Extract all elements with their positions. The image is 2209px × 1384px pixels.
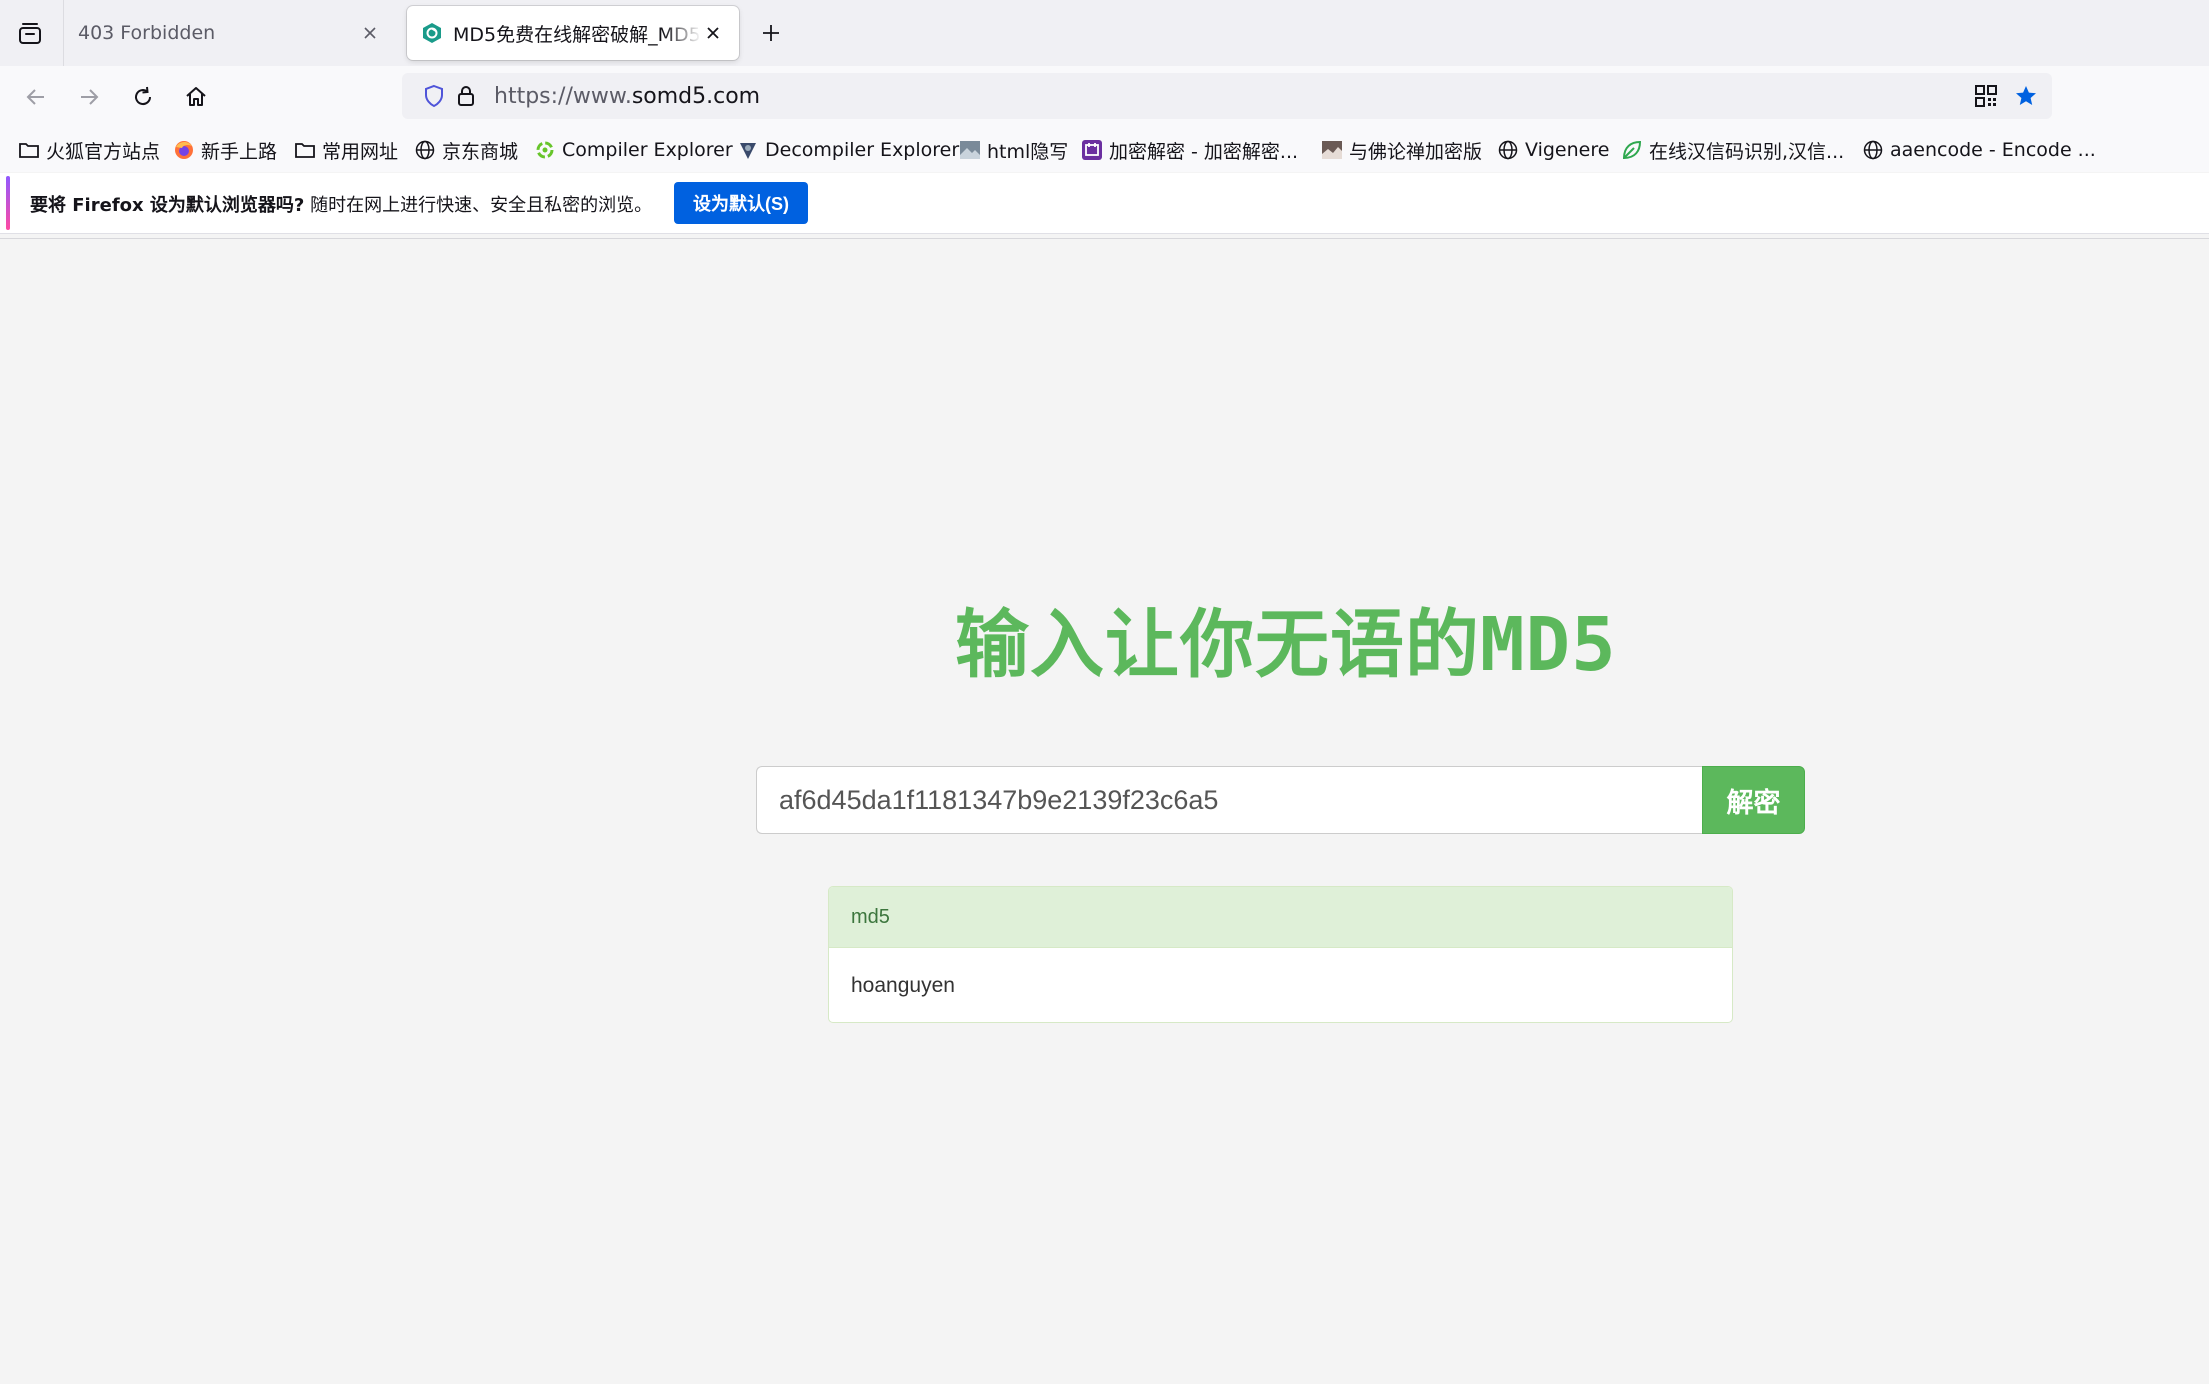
notification-message: 要将 Firefox 设为默认浏览器吗? 随时在网上进行快速、安全且私密的浏览。 (30, 191, 652, 217)
bookmark-label: Vigenere (1525, 139, 1610, 161)
bookmark-label: 在线汉信码识别,汉信... (1649, 140, 1845, 163)
compiler-explorer-icon (534, 139, 556, 161)
image-thumb-icon (1321, 139, 1343, 161)
bookmark-label: 常用网址 (322, 140, 399, 163)
tab-strip: 403 Forbidden MD5免费在线解密破解_MD5在线加密-SOMD5 (0, 0, 2209, 66)
result-panel: md5 hoanguyen (828, 886, 1733, 1023)
bookmark-item[interactable]: 常用网址 (294, 135, 398, 165)
decompiler-icon (737, 139, 759, 161)
content-divider (0, 238, 2209, 239)
purple-app-icon (1081, 139, 1103, 161)
bookmark-item[interactable]: Vigenere (1497, 135, 1609, 165)
tab-title: MD5免费在线解密破解_MD5在线加密-SOMD5 (453, 23, 701, 46)
folder-icon (18, 139, 40, 161)
somd5-favicon-icon (421, 22, 443, 44)
globe-icon (1862, 139, 1884, 161)
result-value: hoanguyen (851, 974, 955, 997)
bookmarks-toolbar: 火狐官方站点 新手上路 常用网址 京东商城 Compiler Explorer (0, 128, 2209, 172)
bookmark-item[interactable]: Decompiler Explorer (737, 135, 959, 165)
leaf-icon (1621, 139, 1643, 161)
bookmark-item[interactable]: 在线汉信码识别,汉信... (1621, 135, 1844, 165)
globe-icon (414, 139, 436, 161)
bookmark-label: 新手上路 (201, 140, 278, 163)
tab-403-forbidden[interactable]: 403 Forbidden (64, 6, 396, 60)
bookmark-item[interactable]: 火狐官方站点 (18, 135, 160, 165)
lock-icon[interactable] (454, 84, 478, 108)
bookmark-item[interactable]: html隐写 (959, 135, 1068, 165)
set-default-button[interactable]: 设为默认(S) (674, 182, 808, 224)
bookmark-item[interactable]: 加密解密 - 加密解密... (1081, 135, 1298, 165)
navigation-toolbar: https://www.somd5.com (0, 66, 2209, 128)
bookmark-label: Decompiler Explorer (765, 139, 960, 161)
url-text[interactable]: https://www.somd5.com (494, 84, 760, 109)
forward-button[interactable] (71, 79, 107, 115)
qr-code-icon[interactable] (1974, 84, 1998, 108)
firefox-icon (173, 139, 195, 161)
bookmark-item[interactable]: 新手上路 (173, 135, 277, 165)
bookmark-item[interactable]: 与佛论禅加密版 (1321, 135, 1482, 165)
tab-close-button[interactable] (701, 21, 725, 45)
page-headline: 输入让你无语的MD5 (955, 602, 1617, 688)
md5-search-form: 解密 (756, 766, 1806, 834)
new-tab-button[interactable] (755, 17, 787, 49)
globe-icon (1497, 139, 1519, 161)
back-button[interactable] (18, 79, 54, 115)
tab-close-button[interactable] (358, 21, 382, 45)
bookmark-label: 京东商城 (442, 140, 519, 163)
md5-input[interactable] (756, 766, 1703, 834)
notification-question: 要将 Firefox 设为默认浏览器吗? (30, 195, 305, 216)
bookmark-star-icon[interactable] (2014, 84, 2038, 108)
bookmark-item[interactable]: 京东商城 (414, 135, 518, 165)
tab-overview-button[interactable] (12, 16, 48, 52)
reload-button[interactable] (125, 79, 161, 115)
bookmark-label: 与佛论禅加密版 (1349, 140, 1483, 163)
arrow-right-icon (81, 89, 99, 105)
notification-text: 随时在网上进行快速、安全且私密的浏览。 (310, 195, 653, 216)
bookmark-label: Compiler Explorer (562, 139, 733, 161)
plus-icon (763, 25, 779, 41)
tab-title: 403 Forbidden (78, 22, 216, 44)
tab-somd5[interactable]: MD5免费在线解密破解_MD5在线加密-SOMD5 (407, 6, 739, 60)
bookmark-label: html隐写 (987, 140, 1069, 163)
home-icon (186, 87, 206, 106)
bookmark-label: 加密解密 - 加密解密... (1109, 140, 1299, 163)
image-thumb-icon (959, 139, 981, 161)
address-bar[interactable]: https://www.somd5.com (402, 73, 2052, 119)
arrow-left-icon (26, 89, 44, 105)
decrypt-button[interactable]: 解密 (1702, 766, 1805, 834)
home-button[interactable] (178, 79, 214, 115)
notification-accent (6, 176, 10, 230)
bookmark-item[interactable]: Compiler Explorer (534, 135, 733, 165)
url-prefix: https://www. (494, 84, 632, 109)
url-host: somd5.com (631, 84, 761, 109)
folder-icon (294, 139, 316, 161)
result-type: md5 (829, 887, 1732, 948)
tab-list-icon (19, 23, 41, 44)
bookmark-label: 火狐官方站点 (46, 140, 161, 163)
close-icon (364, 27, 376, 39)
bookmark-item[interactable]: aaencode - Encode ... (1862, 135, 2096, 165)
tracking-protection-shield-icon[interactable] (422, 84, 446, 108)
close-icon (707, 27, 719, 39)
bookmark-label: aaencode - Encode ... (1890, 139, 2096, 161)
reload-icon (135, 86, 152, 106)
default-browser-notification: 要将 Firefox 设为默认浏览器吗? 随时在网上进行快速、安全且私密的浏览。… (0, 173, 2209, 234)
